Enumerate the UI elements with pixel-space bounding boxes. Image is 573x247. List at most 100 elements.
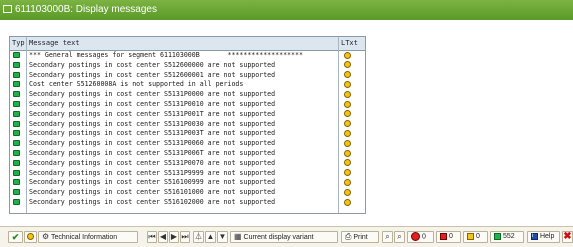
warning-count: 0 xyxy=(475,233,480,240)
stop-count: 0 xyxy=(421,233,426,241)
filter-icon: ⏃ xyxy=(194,232,203,241)
message-text: Secondary postings in cost center S5131P… xyxy=(29,139,276,148)
last-page-button[interactable]: ⏭ xyxy=(180,231,190,243)
print-icon: ⎙ xyxy=(345,232,352,241)
message-text: Secondary postings in cost center S51610… xyxy=(29,188,276,197)
warning-icon xyxy=(467,232,474,240)
longtext-icon[interactable] xyxy=(344,178,351,186)
first-page-icon: ⏮ xyxy=(148,232,156,241)
content-area: Typ Message text LTxt *** General messag… xyxy=(0,20,573,226)
current-display-variant-label: Current display variant xyxy=(243,233,314,241)
table-row[interactable]: Secondary postings in cost center S51260… xyxy=(10,71,365,80)
table-row[interactable]: Secondary postings in cost center S51610… xyxy=(10,188,365,197)
message-text: *** General messages for segment 6111030… xyxy=(29,51,303,59)
message-text: Secondary postings in cost center S5131P… xyxy=(29,90,276,99)
message-text: Secondary postings in cost center S51610… xyxy=(29,198,276,206)
status-success-icon xyxy=(13,61,20,68)
success-filter-button[interactable]: 552 xyxy=(490,231,524,243)
status-success-icon xyxy=(13,120,20,127)
longtext-icon[interactable] xyxy=(344,61,351,69)
sort-descending-icon: ▼ xyxy=(218,232,227,241)
layout-icon: ▦ xyxy=(234,232,242,241)
message-text: Secondary postings in cost center S5131P… xyxy=(29,129,276,138)
print-button[interactable]: ⎙ Print xyxy=(341,231,379,243)
first-page-button[interactable]: ⏮ xyxy=(147,231,157,243)
error-count: 0 xyxy=(448,233,453,240)
table-row[interactable]: Secondary postings in cost center S51260… xyxy=(10,61,365,70)
longtext-icon[interactable] xyxy=(344,80,351,88)
longtext-icon[interactable] xyxy=(344,159,351,167)
stop-filter-button[interactable]: 0 xyxy=(407,231,434,243)
warning-filter-button[interactable]: 0 xyxy=(463,231,488,243)
message-text: Secondary postings in cost center S5131P… xyxy=(29,168,276,177)
status-success-icon xyxy=(13,110,20,117)
table-row[interactable]: Secondary postings in cost center S51610… xyxy=(10,178,365,187)
table-row[interactable]: Secondary postings in cost center S51610… xyxy=(10,198,365,207)
window-title: 611103000B: Display messages xyxy=(15,4,157,15)
header-ltxt[interactable]: LTxt xyxy=(341,37,358,50)
next-page-button[interactable]: ▶ xyxy=(169,231,179,243)
continue-button[interactable]: ✔ xyxy=(8,231,23,243)
technical-information-button[interactable]: ⚙ Technical Information xyxy=(38,231,138,243)
sort-ascending-icon: ▲ xyxy=(206,232,215,241)
find-icon: ⌕ xyxy=(385,232,390,241)
longtext-icon[interactable] xyxy=(344,120,351,128)
status-success-icon xyxy=(13,140,20,147)
status-success-icon xyxy=(13,130,20,137)
message-text: Secondary postings in cost center S5131P… xyxy=(29,149,276,157)
table-row[interactable]: Secondary postings in cost center S5131P… xyxy=(10,139,365,148)
table-row[interactable]: Secondary postings in cost center S5131P… xyxy=(10,120,365,129)
status-success-icon xyxy=(13,199,20,205)
close-button[interactable]: ✖ xyxy=(562,231,573,243)
message-text: Secondary postings in cost center S51260… xyxy=(29,60,276,69)
longtext-icon[interactable] xyxy=(344,129,351,137)
header-typ[interactable]: Typ xyxy=(12,37,25,50)
previous-page-button[interactable]: ◀ xyxy=(158,231,168,243)
longtext-icon[interactable] xyxy=(344,51,351,59)
longtext-icon[interactable] xyxy=(344,169,351,177)
grid-header: Typ Message text LTxt xyxy=(10,37,365,51)
find-button[interactable]: ⌕ xyxy=(382,231,393,243)
table-row[interactable]: Secondary postings in cost center S5131P… xyxy=(10,90,365,99)
stop-icon xyxy=(411,232,420,241)
table-row[interactable]: *** General messages for segment 6111030… xyxy=(10,51,365,60)
longtext-icon[interactable] xyxy=(344,110,351,118)
status-success-icon xyxy=(13,179,20,186)
table-row[interactable]: Secondary postings in cost center S5131P… xyxy=(10,110,365,119)
next-page-icon: ▶ xyxy=(170,232,178,241)
table-row[interactable]: Secondary postings in cost center S5131P… xyxy=(10,159,365,168)
table-row[interactable]: Secondary postings in cost center S5131P… xyxy=(10,100,365,109)
table-row[interactable]: Secondary postings in cost center S5131P… xyxy=(10,169,365,178)
help-button[interactable]: i Help xyxy=(527,231,560,243)
table-row[interactable]: Secondary postings in cost center S5131P… xyxy=(10,149,365,158)
header-message-text[interactable]: Message text xyxy=(29,37,80,50)
help-label: Help xyxy=(539,233,555,240)
status-success-icon xyxy=(13,71,20,78)
message-text: Secondary postings in cost center S5131P… xyxy=(29,158,276,167)
status-success-icon xyxy=(13,81,20,88)
longtext-icon[interactable] xyxy=(344,139,351,147)
bottom-toolbar: ✔ ⚙ Technical Information ⏮ ◀ ▶ ⏭ ⏃ ▲ ▼ … xyxy=(0,226,573,247)
longtext-icon[interactable] xyxy=(344,90,351,98)
window-icon xyxy=(3,5,12,13)
error-icon xyxy=(440,232,447,240)
longtext-icon[interactable] xyxy=(344,100,351,108)
longtext-button[interactable] xyxy=(24,231,37,243)
info-icon: i xyxy=(531,232,538,240)
error-filter-button[interactable]: 0 xyxy=(436,231,461,243)
print-label: Print xyxy=(353,233,368,241)
longtext-icon[interactable] xyxy=(344,198,351,206)
current-display-variant-button[interactable]: ▦ Current display variant xyxy=(230,231,338,243)
sort-descending-button[interactable]: ▼ xyxy=(217,231,228,243)
sort-ascending-button[interactable]: ▲ xyxy=(205,231,216,243)
filter-button[interactable]: ⏃ xyxy=(193,231,204,243)
table-row[interactable]: Cost center S51260008A is not supported … xyxy=(10,80,365,89)
message-text: Secondary postings in cost center S51260… xyxy=(29,70,276,79)
find-next-button[interactable]: ⌕ xyxy=(394,231,405,243)
longtext-icon[interactable] xyxy=(344,71,351,79)
window-title-bar: 611103000B: Display messages xyxy=(0,0,573,20)
longtext-icon[interactable] xyxy=(344,188,351,196)
longtext-icon[interactable] xyxy=(344,149,351,157)
previous-page-icon: ◀ xyxy=(159,232,167,241)
table-row[interactable]: Secondary postings in cost center S5131P… xyxy=(10,129,365,138)
